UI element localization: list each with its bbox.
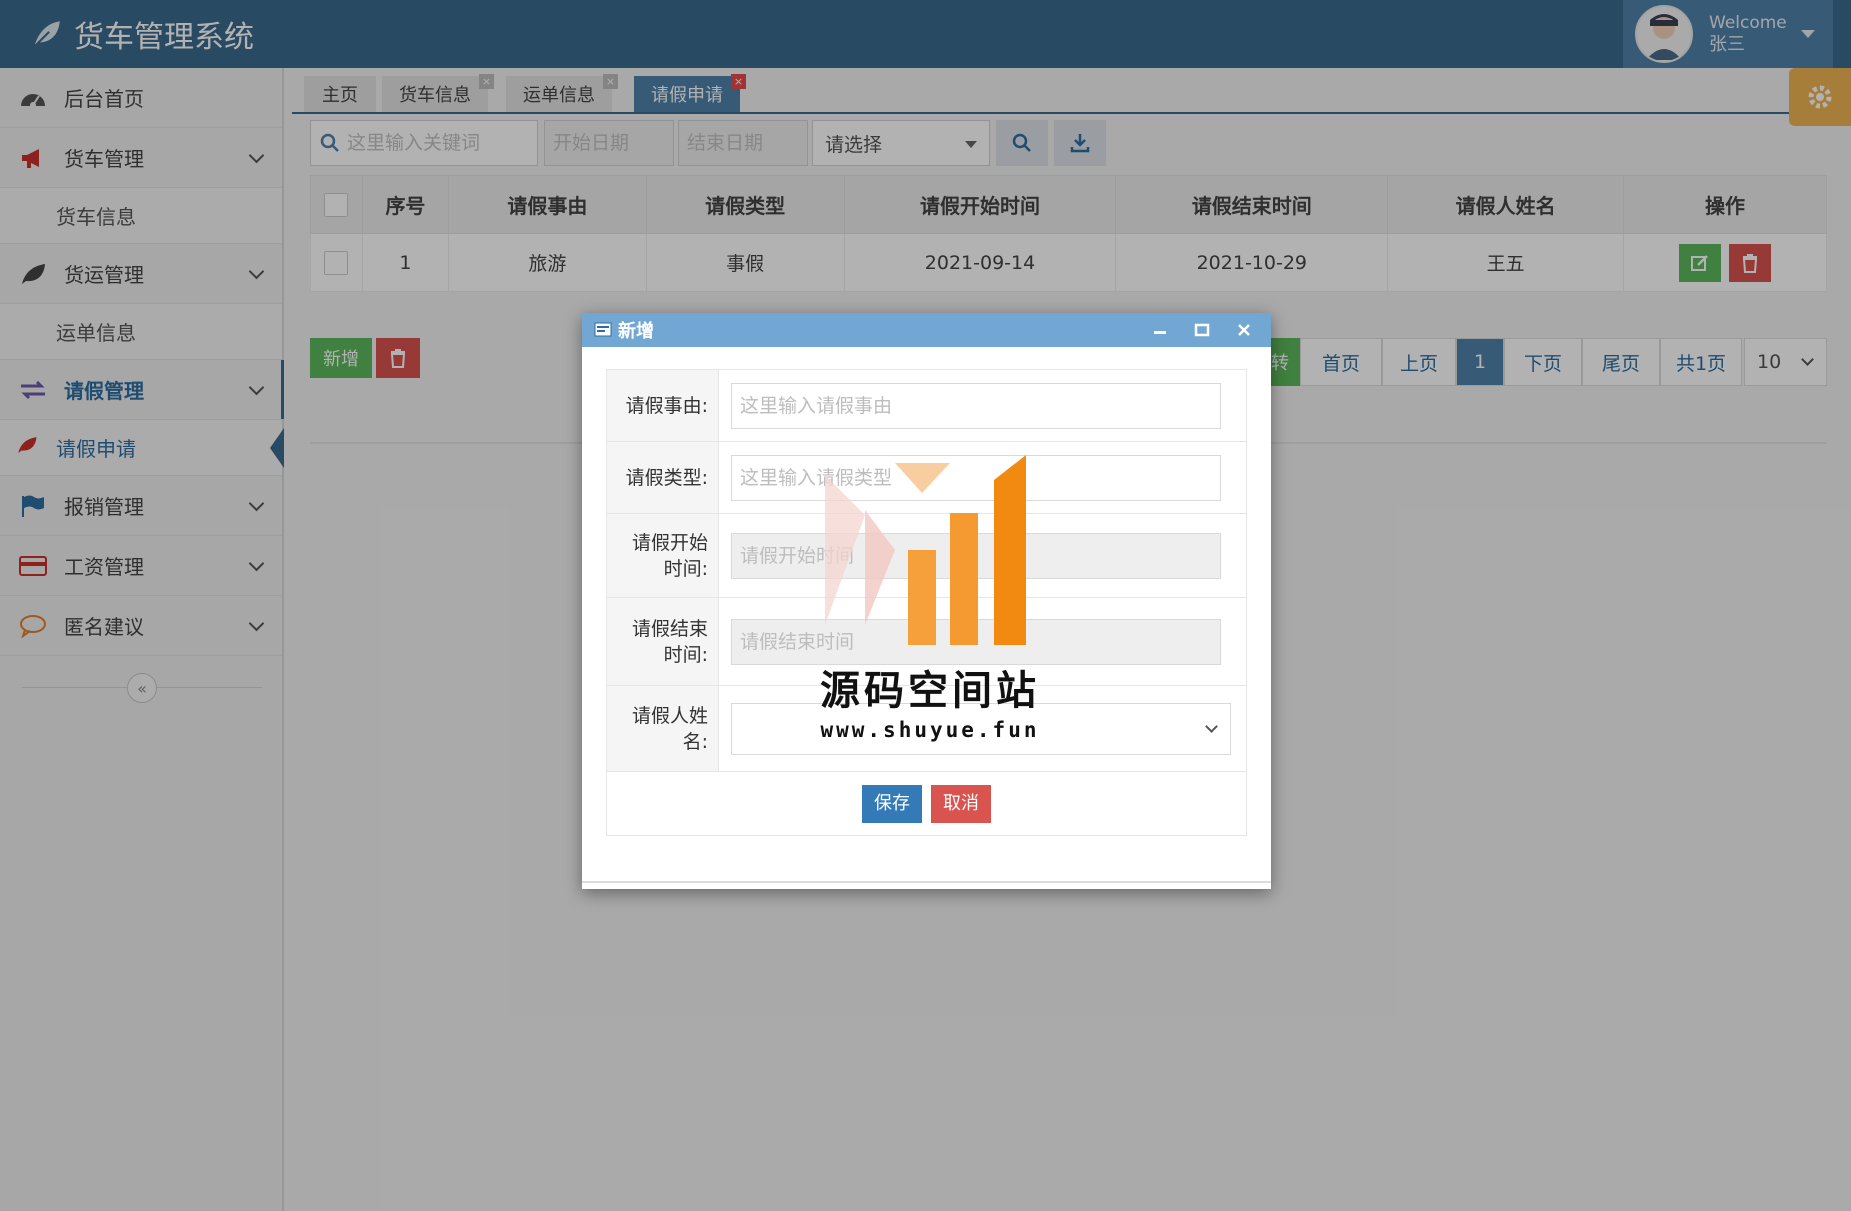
start-field-cell — [718, 513, 1247, 598]
start-time-input[interactable] — [740, 544, 1220, 567]
divider — [582, 881, 1271, 883]
form-row-reason: 请假事由: — [606, 369, 1247, 442]
add-form: 请假事由: 请假类型: 请假开始 时间: 请假结束 时间: — [606, 369, 1247, 836]
close-icon — [1238, 324, 1250, 336]
reason-label: 请假事由: — [606, 369, 719, 442]
form-row-start: 请假开始 时间: — [606, 513, 1247, 598]
start-label-line2: 时间: — [663, 557, 708, 580]
start-box — [731, 532, 1221, 579]
watermark-title: 源码空间站 — [820, 668, 1040, 714]
type-input[interactable] — [740, 466, 1220, 489]
name-label: 请假人姓 名: — [606, 685, 719, 772]
chevron-down-icon — [1205, 719, 1218, 733]
add-dialog: 新增 请假事由: 请假类型: 请假开始 时间: — [582, 313, 1271, 889]
dialog-controls — [1147, 317, 1257, 343]
minimize-button[interactable] — [1147, 317, 1173, 343]
close-dialog-button[interactable] — [1231, 317, 1257, 343]
form-row-buttons: 保存 取消 — [606, 771, 1247, 836]
cancel-button[interactable]: 取消 — [931, 784, 992, 823]
type-field-cell — [718, 441, 1247, 514]
reason-field-cell — [718, 369, 1247, 442]
start-label-line1: 请假开始 — [631, 531, 708, 554]
name-label-line1: 请假人姓 — [631, 704, 708, 727]
form-buttons: 保存 取消 — [606, 771, 1247, 836]
dialog-title: 新增 — [618, 321, 654, 342]
save-button[interactable]: 保存 — [861, 784, 922, 823]
window-icon — [594, 322, 612, 337]
minimize-icon — [1154, 331, 1166, 334]
maximize-button[interactable] — [1189, 317, 1215, 343]
name-label-line2: 名: — [682, 730, 708, 753]
type-box — [731, 454, 1221, 501]
end-label-line2: 时间: — [663, 643, 708, 666]
reason-input[interactable] — [740, 394, 1220, 417]
end-label-line1: 请假结束 — [631, 617, 708, 640]
form-row-type: 请假类型: — [606, 441, 1247, 514]
end-label: 请假结束 时间: — [606, 597, 719, 686]
maximize-icon — [1194, 323, 1210, 337]
start-label: 请假开始 时间: — [606, 513, 719, 598]
reason-box — [731, 382, 1221, 429]
dialog-titlebar[interactable]: 新增 — [582, 313, 1271, 347]
type-label: 请假类型: — [606, 441, 719, 514]
end-time-input[interactable] — [740, 630, 1220, 653]
watermark-url: www.shuyue.fun — [820, 718, 1040, 742]
